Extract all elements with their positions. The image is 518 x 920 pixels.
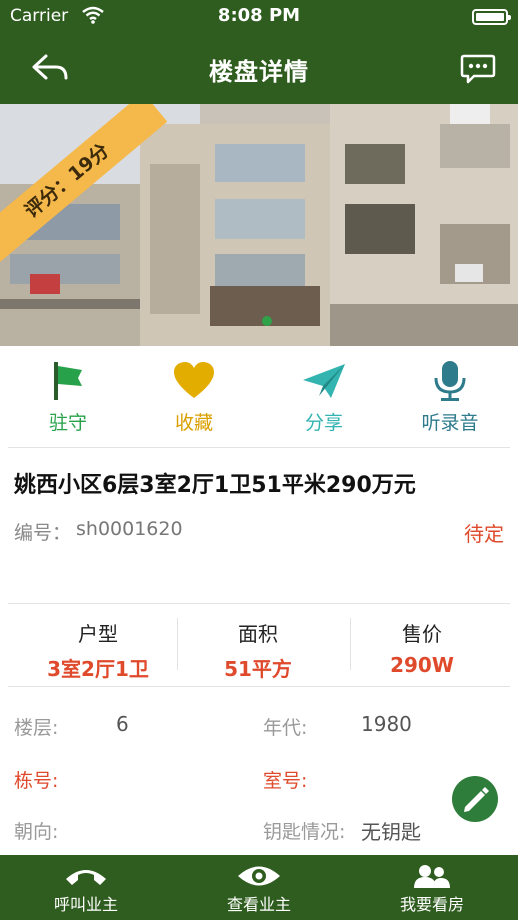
share-label: 分享 [304, 412, 343, 434]
paper-plane-icon [303, 364, 345, 398]
floor-label: 楼层: [14, 717, 59, 739]
divider [8, 686, 510, 687]
people-icon [414, 865, 450, 888]
heart-icon [174, 362, 214, 398]
listen-recording-label: 听录音 [421, 412, 479, 434]
year-value: 1980 [361, 712, 412, 736]
building-photo[interactable]: 评分：19分 [0, 104, 518, 346]
bottom-tab-bar: 呼叫业主 查看业主 我要看房 [0, 855, 518, 920]
guard-label: 驻守 [48, 412, 87, 434]
favorite-label: 收藏 [174, 412, 213, 434]
key-status-value: 无钥匙 [361, 820, 421, 844]
pencil-icon [464, 787, 489, 812]
listen-recording-button[interactable]: 听录音 [390, 360, 510, 435]
key-status-label: 钥匙情况: [263, 821, 346, 843]
guard-button[interactable]: 驻守 [8, 360, 128, 435]
favorite-button[interactable]: 收藏 [134, 360, 254, 435]
nav-bar: 楼盘详情 [0, 34, 518, 104]
orientation-label: 朝向: [14, 821, 59, 843]
code-label: 编号： [14, 522, 72, 544]
code-value: sh0001620 [76, 518, 183, 540]
eye-icon [238, 866, 280, 886]
divider [8, 603, 510, 604]
view-owner-label: 查看业主 [226, 895, 291, 914]
status-badge: 待定 [464, 522, 504, 546]
stat-layout: 户型 3室2厅1卫 [12, 618, 184, 682]
book-viewing-label: 我要看房 [399, 895, 464, 914]
stat-price: 售价 290W [336, 618, 508, 677]
listing-title: 姚西小区6层3室2厅1卫51平米290万元 [14, 473, 416, 498]
stat-layout-label: 户型 [78, 622, 118, 646]
call-owner-tab[interactable]: 呼叫业主 [0, 855, 172, 920]
year-label: 年代: [263, 717, 308, 739]
call-owner-label: 呼叫业主 [53, 895, 118, 914]
phone-icon [66, 870, 106, 885]
view-owner-tab[interactable]: 查看业主 [173, 855, 345, 920]
status-time: 8:08 PM [217, 5, 301, 26]
building-number-label: 栋号: [14, 770, 59, 792]
battery-icon [472, 9, 511, 25]
floor-value: 6 [116, 712, 129, 736]
microphone-icon [434, 361, 466, 401]
action-bar: 驻守 收藏 分享 听录音 [0, 346, 518, 448]
stat-price-value: 290W [390, 653, 454, 677]
carousel-indicator[interactable] [262, 316, 272, 326]
share-button[interactable]: 分享 [264, 360, 384, 435]
chat-bubble-icon [460, 54, 496, 84]
stat-layout-value: 3室2厅1卫 [47, 657, 149, 681]
page-title: 楼盘详情 [209, 58, 309, 86]
stat-price-label: 售价 [402, 622, 442, 646]
stat-area: 面积 51平方 [172, 618, 344, 682]
edit-button[interactable] [452, 776, 498, 822]
divider [8, 447, 510, 448]
stat-area-value: 51平方 [224, 657, 292, 681]
message-button[interactable] [460, 52, 496, 86]
status-bar: Carrier 8:08 PM [0, 0, 518, 34]
book-viewing-tab[interactable]: 我要看房 [346, 855, 518, 920]
building-illustration [0, 104, 518, 346]
stat-area-label: 面积 [238, 622, 278, 646]
room-number-label: 室号: [263, 770, 308, 792]
flag-icon [54, 362, 82, 400]
